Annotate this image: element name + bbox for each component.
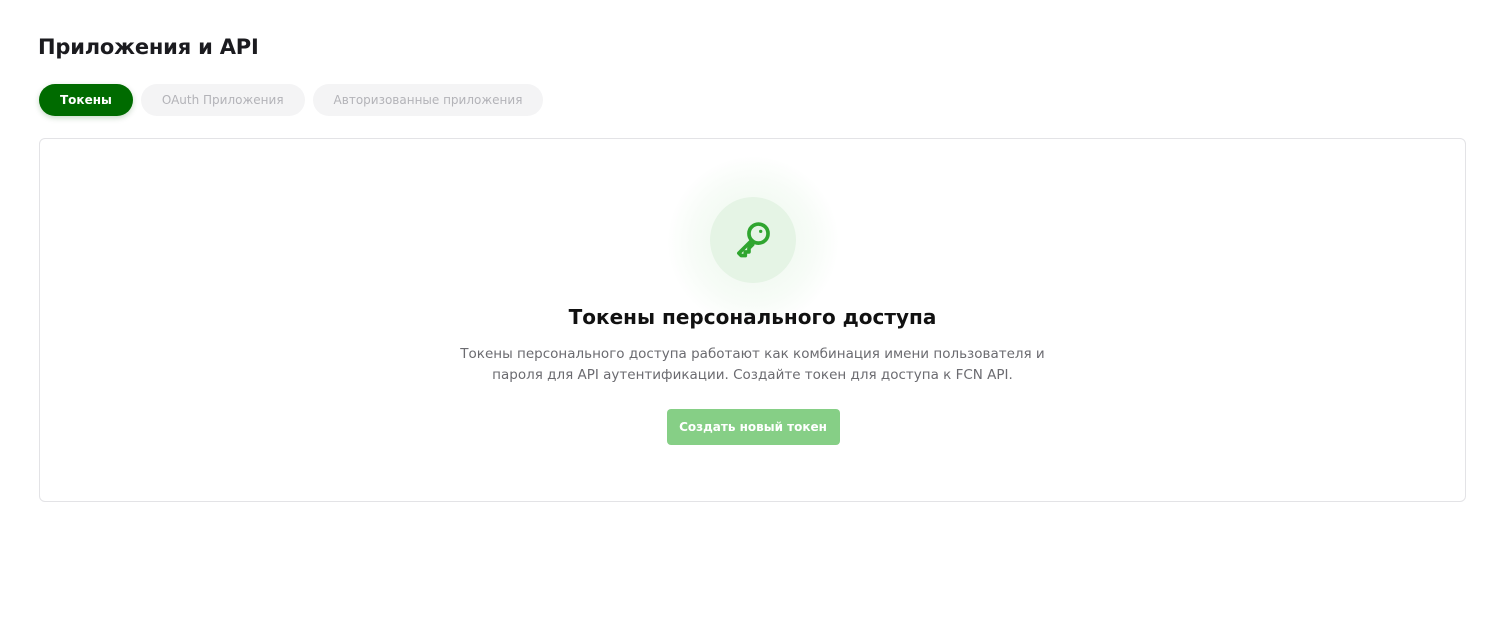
page-title: Приложения и API (38, 35, 259, 59)
tokens-panel: Токены персонального доступа Токены перс… (39, 138, 1466, 502)
create-token-button[interactable]: Создать новый токен (666, 409, 840, 445)
empty-state-description: Токены персонального доступа работают ка… (460, 346, 1045, 383)
empty-state-title: Токены персонального доступа (568, 305, 937, 329)
page: Приложения и API Токены OAuth Приложения… (0, 0, 1504, 636)
tab-authorized-apps[interactable]: Авторизованные приложения (312, 84, 544, 116)
tab-oauth-apps[interactable]: OAuth Приложения (140, 84, 305, 116)
key-icon (736, 222, 770, 258)
key-icon-badge (709, 197, 796, 283)
tab-bar: Токены OAuth Приложения Авторизованные п… (39, 84, 544, 116)
tab-tokens[interactable]: Токены (39, 84, 133, 116)
